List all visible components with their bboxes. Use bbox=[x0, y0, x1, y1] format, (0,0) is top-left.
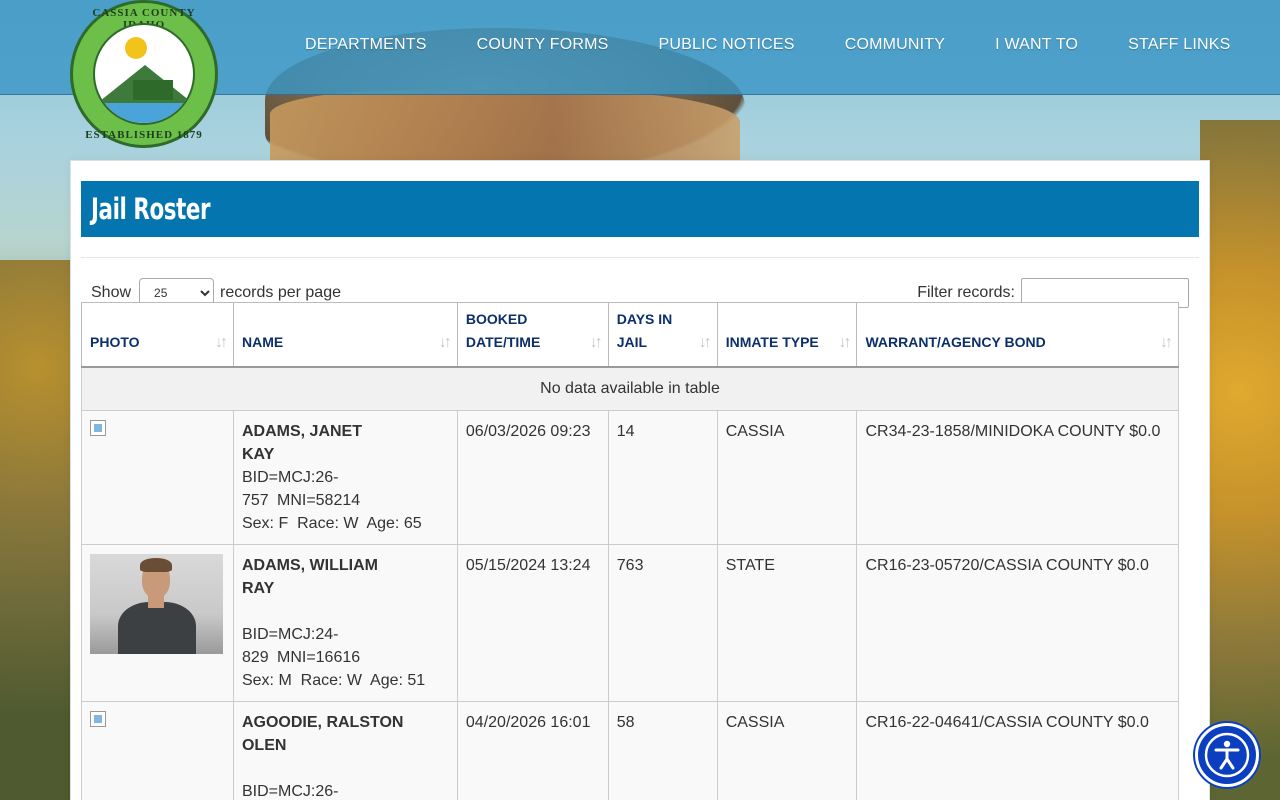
empty-table-row: No data available in table bbox=[81, 366, 1179, 411]
page-title: Jail Roster bbox=[91, 192, 211, 226]
inmate-photo[interactable] bbox=[90, 553, 223, 654]
name-cell: AGOODIE, RALSTON OLEN BID=MCJ:26- bbox=[232, 700, 458, 800]
column-header-inmate-type[interactable]: INMATE TYPE ↓↑ bbox=[716, 302, 858, 368]
table-row: ADAMS, WILLIAM RAY BID=MCJ:24-829 MNI=16… bbox=[81, 543, 1179, 702]
booked-cell: 05/15/2024 13:24 bbox=[456, 543, 609, 702]
seal-scene bbox=[93, 23, 195, 125]
sort-icon: ↓↑ bbox=[214, 333, 228, 351]
inmate-mni: MNI=16616 bbox=[276, 648, 361, 666]
inmate-demographics: Sex: M Race: W Age: 51 bbox=[241, 671, 426, 689]
empty-table-message: No data available in table bbox=[81, 366, 1179, 411]
nav-staff-links[interactable]: STAFF LINKS bbox=[1128, 36, 1230, 54]
table-header-row: PHOTO ↓↑ NAME ↓↑ BOOKED DATE/TIME ↓↑ DAYS I… bbox=[81, 302, 1179, 368]
booked-cell: 04/20/2026 16:01 bbox=[456, 700, 609, 800]
sort-icon: ↓↑ bbox=[1160, 333, 1173, 351]
nav-community[interactable]: COMMUNITY bbox=[845, 36, 945, 54]
table-row: AGOODIE, RALSTON OLEN BID=MCJ:26- 04/20/… bbox=[81, 700, 1179, 800]
inmate-demographics: Sex: F Race: W Age: 65 bbox=[241, 514, 422, 532]
sort-icon: ↓↑ bbox=[589, 333, 603, 351]
sort-icon: ↓↑ bbox=[838, 333, 851, 351]
sort-icon: ↓↑ bbox=[438, 333, 452, 351]
header-warrant-label: WARRANT/AGENCY BOND bbox=[865, 333, 1046, 350]
inmate-name: AGOODIE, RALSTON OLEN bbox=[241, 713, 404, 754]
nav-departments[interactable]: DEPARTMENTS bbox=[305, 36, 427, 54]
days-cell: 58 bbox=[607, 700, 718, 800]
inmate-name: ADAMS, WILLIAM RAY bbox=[241, 556, 378, 597]
header-photo-label: PHOTO bbox=[90, 333, 140, 350]
photo-body bbox=[118, 601, 196, 654]
page-title-bar: Jail Roster bbox=[81, 181, 1199, 237]
warrant-cell: CR34-23-1858/MINIDOKA COUNTY $0.0 bbox=[856, 409, 1179, 545]
photo-cell bbox=[81, 700, 234, 800]
photo-cell bbox=[81, 409, 234, 545]
header-type-label: INMATE TYPE bbox=[725, 333, 819, 350]
nav-county-forms[interactable]: COUNTY FORMS bbox=[477, 36, 609, 54]
accessibility-button[interactable] bbox=[1195, 723, 1259, 787]
content-inner: Jail Roster Show 25 records per page Fil… bbox=[81, 181, 1199, 320]
background-tree-right bbox=[1200, 120, 1280, 800]
column-header-days[interactable]: DAYS IN JAIL ↓↑ bbox=[607, 302, 718, 368]
seal-sun-icon bbox=[125, 37, 147, 59]
header-booked-label: BOOKED DATE/TIME bbox=[465, 310, 541, 350]
records-per-page-label: records per page bbox=[220, 284, 341, 301]
column-header-photo[interactable]: PHOTO ↓↑ bbox=[81, 302, 234, 368]
seal-building-icon bbox=[133, 80, 173, 100]
content-panel: Jail Roster Show 25 records per page Fil… bbox=[70, 160, 1210, 800]
main-nav: DEPARTMENTS COUNTY FORMS PUBLIC NOTICES … bbox=[305, 36, 1231, 54]
filter-label: Filter records: bbox=[917, 284, 1015, 301]
booked-cell: 06/03/2026 09:23 bbox=[456, 409, 609, 545]
accessibility-icon bbox=[1204, 732, 1250, 778]
jail-roster-table: PHOTO ↓↑ NAME ↓↑ BOOKED DATE/TIME ↓↑ DAYS I… bbox=[81, 302, 1179, 800]
column-header-name[interactable]: NAME ↓↑ bbox=[232, 302, 458, 368]
inmate-name: ADAMS, JANET KAY bbox=[241, 422, 362, 463]
inmate-type-cell: STATE bbox=[716, 543, 858, 702]
table-row: ADAMS, JANET KAY BID=MCJ:26-757 MNI=5821… bbox=[81, 409, 1179, 545]
header-name-label: NAME bbox=[241, 333, 284, 350]
sort-icon: ↓↑ bbox=[698, 333, 712, 351]
header-days-label: DAYS IN JAIL bbox=[616, 310, 673, 350]
seal-ring-bottom: ESTABLISHED 1879 bbox=[85, 129, 203, 141]
background-rock-face bbox=[270, 90, 740, 170]
photo-hair bbox=[140, 557, 172, 572]
broken-image-icon bbox=[90, 419, 106, 436]
broken-image-icon bbox=[90, 710, 106, 727]
inmate-bid: BID=MCJ:26- bbox=[241, 782, 339, 800]
name-cell: ADAMS, WILLIAM RAY BID=MCJ:24-829 MNI=16… bbox=[232, 543, 458, 702]
warrant-cell: CR16-22-04641/CASSIA COUNTY $0.0 bbox=[856, 700, 1179, 800]
seal-water-icon bbox=[95, 103, 193, 123]
photo-cell bbox=[81, 543, 234, 702]
inmate-type-cell: CASSIA bbox=[716, 700, 858, 800]
warrant-cell: CR16-23-05720/CASSIA COUNTY $0.0 bbox=[856, 543, 1179, 702]
days-cell: 14 bbox=[607, 409, 718, 545]
days-cell: 763 bbox=[607, 543, 718, 702]
county-seal-logo[interactable]: CASSIA COUNTY IDAHO ESTABLISHED 1879 bbox=[70, 0, 218, 148]
show-label: Show bbox=[91, 284, 132, 301]
column-header-booked[interactable]: BOOKED DATE/TIME ↓↑ bbox=[456, 302, 609, 368]
column-header-warrant[interactable]: WARRANT/AGENCY BOND ↓↑ bbox=[856, 302, 1179, 368]
name-cell: ADAMS, JANET KAY BID=MCJ:26-757 MNI=5821… bbox=[232, 409, 458, 545]
inmate-type-cell: CASSIA bbox=[716, 409, 858, 545]
nav-i-want-to[interactable]: I WANT TO bbox=[995, 36, 1078, 54]
inmate-mni: MNI=58214 bbox=[276, 491, 361, 509]
nav-public-notices[interactable]: PUBLIC NOTICES bbox=[659, 36, 795, 54]
